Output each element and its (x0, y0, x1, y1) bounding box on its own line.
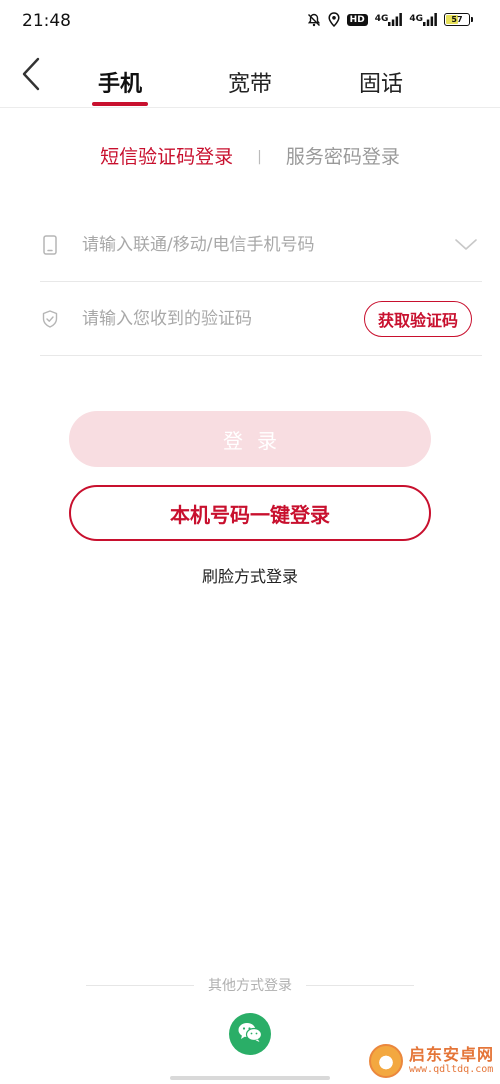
watermark-logo-icon (368, 1044, 403, 1078)
chevron-down-icon[interactable] (452, 231, 480, 259)
shield-check-icon (40, 308, 60, 330)
wechat-login-button[interactable] (229, 1013, 271, 1055)
face-login-link[interactable]: 刷脸方式登录 (0, 563, 500, 587)
onekey-login-button[interactable]: 本机号码一键登录 (69, 485, 431, 541)
other-methods: 其他方式登录 (86, 974, 414, 996)
hd-icon: HD (346, 13, 368, 26)
watermark-title: 启东安卓网 (408, 1045, 494, 1065)
switch-divider: | (257, 149, 262, 165)
password-login-tab[interactable]: 服务密码登录 (286, 142, 400, 169)
sms-login-tab[interactable]: 短信验证码登录 (100, 142, 233, 169)
status-bar: 21:48 HD 4G 4G 57 (0, 0, 500, 44)
phone-input[interactable] (82, 234, 452, 255)
status-icons: HD 4G 4G 57 (307, 12, 473, 27)
battery-icon: 57 (444, 13, 473, 26)
network-label: 4G (374, 14, 389, 24)
status-time: 21:48 (22, 11, 71, 31)
wechat-icon (237, 1021, 263, 1047)
phone-icon (40, 234, 60, 256)
bell-off-icon (307, 13, 321, 27)
phone-field (40, 208, 482, 282)
divider-line (306, 984, 414, 986)
other-methods-label: 其他方式登录 (208, 978, 292, 994)
battery-level: 57 (451, 15, 463, 24)
signal-4g-icon: 4G (409, 13, 437, 26)
signal-4g-icon: 4G (375, 13, 403, 26)
code-field: 获取验证码 (40, 282, 482, 356)
home-indicator (170, 1076, 330, 1080)
network-label: 4G (409, 14, 423, 24)
divider-line (86, 984, 194, 986)
code-input[interactable] (82, 308, 364, 329)
watermark-text: 启东安卓网 www.qdltdq.com (408, 1045, 494, 1076)
back-button[interactable] (14, 56, 48, 96)
watermark: 启东安卓网 www.qdltdq.com (368, 1044, 494, 1078)
login-type-switch: 短信验证码登录 | 服务密码登录 (0, 142, 500, 169)
location-icon (328, 12, 340, 27)
tab-broadband[interactable]: 宽带 (228, 66, 272, 98)
chevron-left-icon (21, 57, 41, 95)
login-button[interactable]: 登录 (69, 411, 431, 467)
tab-indicator (92, 102, 148, 106)
tab-landline[interactable]: 固话 (359, 66, 403, 98)
get-code-button[interactable]: 获取验证码 (363, 300, 472, 337)
watermark-url: www.qdltdq.com (408, 1064, 494, 1076)
header: 手机 宽带 固话 (0, 44, 500, 108)
tab-mobile[interactable]: 手机 (98, 66, 142, 98)
